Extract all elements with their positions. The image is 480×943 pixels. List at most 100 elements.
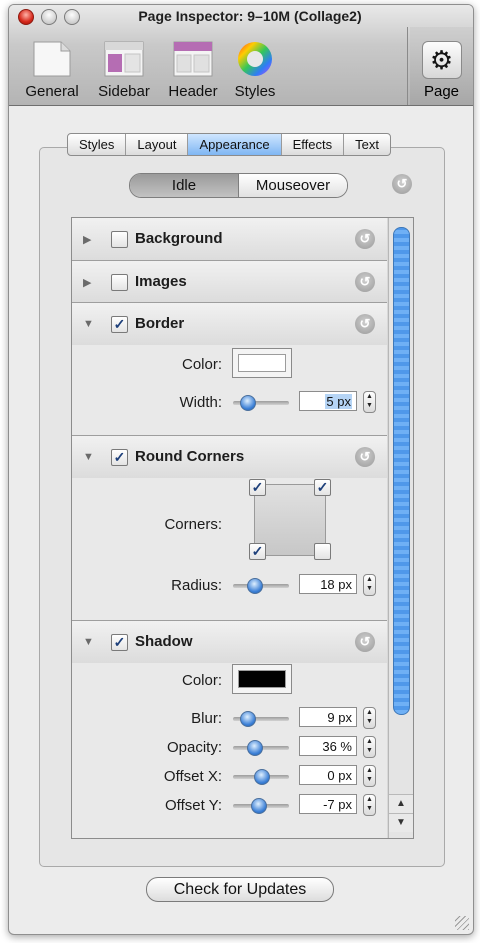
border-color-well[interactable]	[232, 348, 292, 378]
stepper-icon[interactable]: ▲ ▼	[363, 391, 376, 413]
disclosure-triangle-icon[interactable]: ▶	[83, 233, 91, 246]
revert-icon[interactable]: ↺	[392, 174, 412, 194]
disclosure-triangle-icon[interactable]: ▼	[83, 636, 94, 648]
revert-icon[interactable]: ↺	[355, 272, 375, 292]
mouseover-segment[interactable]: Mouseover	[239, 174, 347, 197]
stepper-icon[interactable]: ▲ ▼	[363, 794, 376, 816]
tab-appearance[interactable]: Appearance	[188, 134, 282, 155]
corner-bottom-left-checkbox[interactable]: ✓	[249, 543, 266, 560]
images-title: Images	[135, 273, 187, 290]
toolbar-page-button[interactable]: ⚙ Page	[410, 27, 473, 105]
check-for-updates-button[interactable]: Check for Updates	[146, 877, 334, 902]
sidebar-icon	[104, 41, 144, 77]
slider-knob[interactable]	[251, 798, 267, 814]
images-checkbox[interactable]	[111, 274, 128, 291]
corner-bottom-right-checkbox[interactable]	[314, 543, 331, 560]
offset-y-label: Offset Y:	[165, 797, 222, 814]
tab-text[interactable]: Text	[344, 134, 390, 155]
scroll-up-arrow-icon[interactable]: ▲	[389, 794, 413, 813]
shadow-color-well[interactable]	[232, 664, 292, 694]
toolbar-sidebar-button[interactable]: Sidebar	[91, 41, 157, 100]
radius-field[interactable]: 18 px	[299, 574, 357, 594]
radius-slider[interactable]	[233, 578, 289, 594]
scroll-down-arrow-icon[interactable]: ▼	[389, 813, 413, 832]
slider-knob[interactable]	[240, 711, 256, 727]
idle-segment[interactable]: Idle	[130, 174, 239, 197]
state-segmented-control: Idle Mouseover	[129, 173, 348, 198]
offset-y-slider[interactable]	[233, 798, 289, 814]
tab-effects[interactable]: Effects	[282, 134, 345, 155]
round-corners-title: Round Corners	[135, 448, 245, 465]
titlebar-toolbar: Page Inspector: 9–10M (Collage2) General…	[9, 5, 473, 106]
header-icon	[173, 41, 213, 77]
border-width-field[interactable]: 5 px	[299, 391, 357, 411]
blur-slider[interactable]	[233, 711, 289, 727]
opacity-slider[interactable]	[233, 740, 289, 756]
background-section: ▶ Background ↺	[72, 218, 387, 261]
blur-label: Blur:	[191, 710, 222, 727]
slider-knob[interactable]	[254, 769, 270, 785]
round-corners-header[interactable]: ▼ ✓ Round Corners ↺	[72, 436, 387, 478]
shadow-title: Shadow	[135, 633, 193, 650]
radius-label: Radius:	[171, 577, 222, 594]
offset-x-slider[interactable]	[233, 769, 289, 785]
background-checkbox[interactable]	[111, 231, 128, 248]
opacity-label: Opacity:	[166, 739, 222, 756]
border-width-value: 5 px	[325, 394, 352, 409]
opacity-field[interactable]: 36 %	[299, 736, 357, 756]
blur-field[interactable]: 9 px	[299, 707, 357, 727]
stepper-icon[interactable]: ▲ ▼	[363, 574, 376, 596]
images-section: ▶ Images ↺	[72, 261, 387, 303]
scroll-thumb[interactable]	[393, 227, 410, 715]
round-corners-section: ▼ ✓ Round Corners ↺ Corners: ✓ ✓ ✓ Radiu…	[72, 436, 387, 621]
shadow-color-swatch	[238, 670, 286, 688]
border-color-swatch	[238, 354, 286, 372]
corner-top-right-checkbox[interactable]: ✓	[314, 479, 331, 496]
border-title: Border	[135, 315, 185, 332]
border-width-slider[interactable]	[233, 395, 289, 411]
border-checkbox[interactable]: ✓	[111, 316, 128, 333]
border-header[interactable]: ▼ ✓ Border ↺	[72, 303, 387, 345]
corner-top-left-checkbox[interactable]: ✓	[249, 479, 266, 496]
disclosure-triangle-icon[interactable]: ▶	[83, 276, 91, 289]
tab-styles[interactable]: Styles	[68, 134, 127, 155]
window-title: Page Inspector: 9–10M (Collage2)	[138, 8, 362, 24]
toolbar-header-label: Header	[168, 83, 218, 100]
background-header[interactable]: ▶ Background ↺	[72, 218, 387, 260]
disclosure-triangle-icon[interactable]: ▼	[83, 318, 94, 330]
offset-y-field[interactable]: -7 px	[299, 794, 357, 814]
tab-layout[interactable]: Layout	[126, 134, 189, 155]
revert-icon[interactable]: ↺	[355, 447, 375, 467]
slider-knob[interactable]	[247, 740, 263, 756]
toolbar-styles-label: Styles	[234, 83, 276, 100]
gear-icon: ⚙	[421, 41, 462, 79]
shadow-color-label: Color:	[181, 672, 222, 689]
toolbar-general-label: General	[25, 83, 79, 100]
slider-knob[interactable]	[240, 395, 256, 411]
images-header[interactable]: ▶ Images ↺	[72, 261, 387, 302]
toolbar-header-button[interactable]: Header	[162, 41, 224, 100]
shadow-checkbox[interactable]: ✓	[111, 634, 128, 651]
background-title: Background	[135, 230, 223, 247]
tab-bar: Styles Layout Appearance Effects Text	[67, 133, 391, 156]
scrollbar[interactable]: ▲ ▼	[388, 218, 413, 838]
appearance-list: ▶ Background ↺ ▶ Images ↺ ▼ ✓ Border ↺ C…	[71, 217, 414, 839]
offset-x-field[interactable]: 0 px	[299, 765, 357, 785]
round-corners-checkbox[interactable]: ✓	[111, 449, 128, 466]
disclosure-triangle-icon[interactable]: ▼	[83, 451, 94, 463]
toolbar-styles-button[interactable]: Styles	[227, 41, 283, 100]
stepper-icon[interactable]: ▲ ▼	[363, 707, 376, 729]
corners-label: Corners:	[164, 516, 222, 533]
border-color-label: Color:	[181, 356, 222, 373]
resize-grip-icon[interactable]	[455, 916, 469, 930]
border-section: ▼ ✓ Border ↺ Color: Width: 5 px ▲ ▼	[72, 303, 387, 436]
border-width-label: Width:	[179, 394, 222, 411]
stepper-icon[interactable]: ▲ ▼	[363, 736, 376, 758]
slider-knob[interactable]	[247, 578, 263, 594]
toolbar-general-button[interactable]: General	[21, 41, 83, 100]
shadow-header[interactable]: ▼ ✓ Shadow ↺	[72, 621, 387, 663]
revert-icon[interactable]: ↺	[355, 632, 375, 652]
revert-icon[interactable]: ↺	[355, 229, 375, 249]
stepper-icon[interactable]: ▲ ▼	[363, 765, 376, 787]
revert-icon[interactable]: ↺	[355, 314, 375, 334]
